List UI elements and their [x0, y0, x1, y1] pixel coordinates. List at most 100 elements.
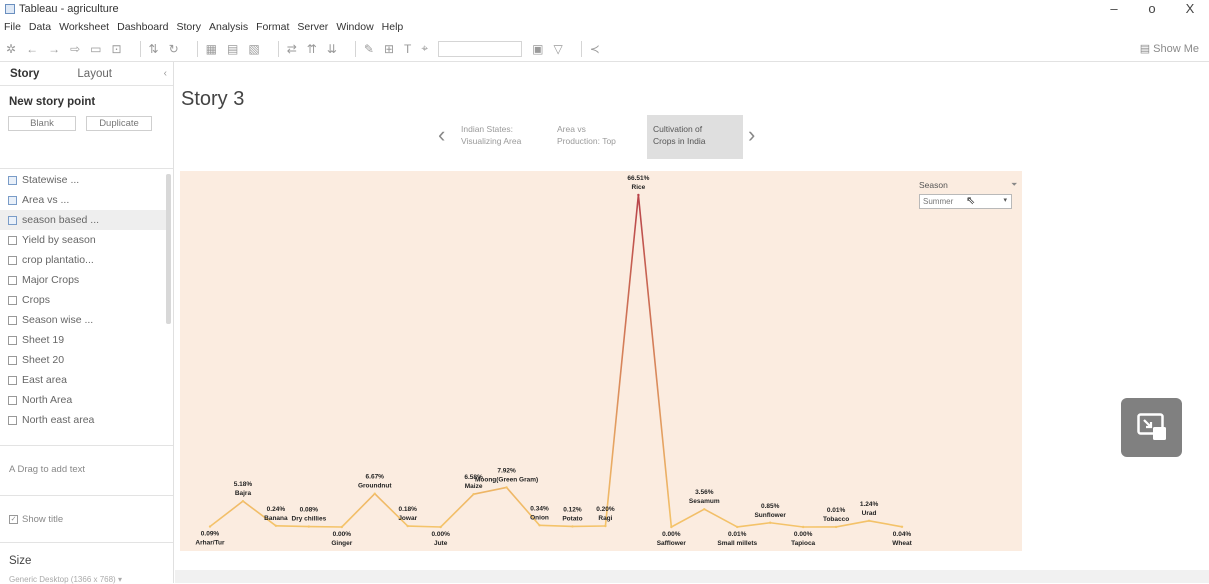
data-point[interactable] — [538, 524, 540, 526]
picture-in-picture-button[interactable] — [1121, 398, 1182, 457]
data-point[interactable] — [308, 525, 310, 527]
tooltip-icon[interactable]: ▽ — [553, 42, 562, 56]
new-datasource-icon[interactable]: ⊡ — [111, 42, 121, 56]
forward-arrow-icon[interactable]: → — [48, 42, 60, 56]
swap-icon[interactable]: ⇅ — [149, 42, 159, 56]
duplicate-sheet-icon[interactable]: ▤ — [227, 42, 238, 56]
menu-analysis[interactable]: Analysis — [209, 21, 248, 33]
redo-icon[interactable]: ⇨ — [70, 42, 80, 56]
blank-button[interactable]: Blank — [8, 116, 76, 131]
minimize-button[interactable]: – — [1095, 0, 1133, 18]
close-button[interactable]: X — [1171, 0, 1209, 18]
tab-story[interactable]: Story — [0, 62, 49, 86]
data-point[interactable] — [736, 526, 738, 528]
next-story-point-arrow[interactable]: › — [748, 122, 755, 148]
menu-worksheet[interactable]: Worksheet — [59, 21, 109, 33]
sheet-list-item[interactable]: crop plantatio... — [0, 250, 170, 270]
refresh-icon[interactable]: ↻ — [169, 42, 179, 56]
divider — [0, 495, 173, 496]
menu-format[interactable]: Format — [256, 21, 289, 33]
data-point[interactable] — [505, 486, 507, 488]
sheet-list-item[interactable]: Major Crops — [0, 270, 170, 290]
sheet-list-scrollbar[interactable] — [166, 174, 171, 324]
sheet-list-item[interactable]: Crops — [0, 290, 170, 310]
data-point[interactable] — [407, 525, 409, 527]
sheet-list-item-label: Major Crops — [22, 274, 79, 286]
series-line-segment — [210, 501, 243, 526]
sheet-list-item[interactable]: Sheet 20 — [0, 350, 170, 370]
story-point-3[interactable]: Cultivation of Crops in India — [647, 115, 743, 159]
maximize-button[interactable]: o — [1133, 0, 1171, 18]
sheet-list-item[interactable]: East area — [0, 370, 170, 390]
show-title-option[interactable]: ✓ Show title — [9, 514, 63, 525]
data-point[interactable] — [670, 526, 672, 528]
duplicate-button[interactable]: Duplicate — [86, 116, 152, 131]
previous-story-point-arrow[interactable]: ‹ — [438, 122, 445, 148]
show-me-button[interactable]: ▤ Show Me — [1140, 42, 1199, 55]
menu-server[interactable]: Server — [297, 21, 328, 33]
series-line-segment — [770, 523, 803, 527]
size-heading: Size — [9, 555, 31, 567]
menu-data[interactable]: Data — [29, 21, 51, 33]
sort-descending-icon[interactable]: ⇊ — [327, 42, 337, 56]
data-point[interactable] — [637, 194, 639, 196]
share-icon[interactable]: ≺ — [590, 42, 600, 56]
sheet-list-item[interactable]: Yield by season — [0, 230, 170, 250]
pin-icon[interactable]: ⌖ — [421, 41, 428, 56]
season-dropdown-value: Summer — [923, 197, 953, 206]
data-point[interactable] — [769, 522, 771, 524]
new-worksheet-icon[interactable]: ▦ — [206, 42, 217, 56]
story-title: Story 3 — [181, 88, 244, 111]
drag-to-add-text[interactable]: A Drag to add text — [9, 464, 85, 475]
data-point[interactable] — [571, 525, 573, 527]
data-point[interactable] — [868, 520, 870, 522]
highlight-icon[interactable]: ✎ — [364, 42, 374, 56]
story-point-1[interactable]: Indian States: Visualizing Area — [455, 115, 551, 159]
presentation-icon[interactable]: ▣ — [532, 42, 543, 56]
menu-help[interactable]: Help — [382, 21, 404, 33]
back-arrow-icon[interactable]: ← — [26, 42, 38, 56]
data-point[interactable] — [901, 526, 903, 528]
save-icon[interactable]: ▭ — [90, 42, 101, 56]
sheet-list-item[interactable]: season based ... — [0, 210, 170, 230]
menu-story[interactable]: Story — [176, 21, 201, 33]
data-point[interactable] — [802, 526, 804, 528]
tableau-logo-icon[interactable]: ✲ — [6, 42, 16, 56]
data-value-label: 3.56% — [695, 489, 714, 496]
story-point-2[interactable]: Area vs Production: Top — [551, 115, 647, 159]
sheet-list-item[interactable]: North Area — [0, 390, 170, 410]
data-value-label: 5.18% — [234, 481, 253, 488]
sheet-list-item[interactable]: Sheet 19 — [0, 330, 170, 350]
sort-ascending-icon[interactable]: ⇈ — [307, 42, 317, 56]
sheet-list-item[interactable]: Statewise ... — [0, 170, 170, 190]
data-point[interactable] — [472, 493, 474, 495]
category-label: Bajra — [235, 490, 252, 497]
fit-dropdown[interactable] — [438, 41, 522, 57]
series-line-segment — [737, 523, 770, 527]
group-icon[interactable]: ⊞ — [384, 42, 394, 56]
data-point[interactable] — [374, 493, 376, 495]
sheet-list-item[interactable]: Area vs ... — [0, 190, 170, 210]
collapse-panel-icon[interactable]: ‹ — [164, 68, 167, 79]
filter-funnel-icon[interactable]: ⏷ — [1011, 180, 1017, 190]
data-point[interactable] — [341, 526, 343, 528]
show-title-checkbox[interactable]: ✓ — [9, 515, 18, 524]
clear-sheet-icon[interactable]: ▧ — [248, 42, 259, 56]
data-point[interactable] — [242, 500, 244, 502]
menu-dashboard[interactable]: Dashboard — [117, 21, 168, 33]
sheet-list-item[interactable]: North east area — [0, 410, 170, 430]
story-sheet-icon — [8, 196, 17, 205]
sheet-list-item[interactable]: Season wise ... — [0, 310, 170, 330]
menu-window[interactable]: Window — [336, 21, 373, 33]
data-point[interactable] — [604, 525, 606, 527]
data-point[interactable] — [835, 526, 837, 528]
data-point[interactable] — [275, 525, 277, 527]
labels-icon[interactable]: T — [404, 42, 411, 56]
data-point[interactable] — [703, 508, 705, 510]
toolbar-separator — [278, 41, 279, 57]
data-point[interactable] — [209, 525, 211, 527]
swap-rows-columns-icon[interactable]: ⇄ — [287, 42, 297, 56]
tab-layout[interactable]: Layout — [67, 62, 122, 86]
data-point[interactable] — [439, 526, 441, 528]
menu-file[interactable]: File — [4, 21, 21, 33]
